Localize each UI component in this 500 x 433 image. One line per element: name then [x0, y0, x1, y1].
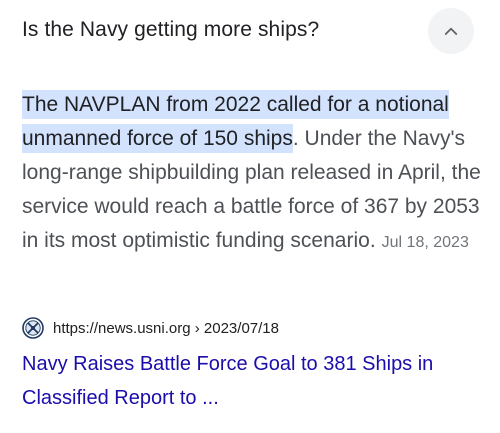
snippet-date: Jul 18, 2023 — [381, 234, 469, 251]
result-title-link[interactable]: Navy Raises Battle Force Goal to 381 Shi… — [22, 347, 482, 415]
source-url[interactable]: https://news.usni.org › 2023/07/18 — [53, 320, 279, 337]
featured-snippet-answer: The NAVPLAN from 2022 called for a notio… — [22, 88, 482, 260]
question-text: Is the Navy getting more ships? — [22, 18, 320, 41]
chevron-up-icon — [444, 27, 458, 35]
question-row[interactable]: Is the Navy getting more ships? — [0, 0, 500, 62]
collapse-button[interactable] — [428, 8, 474, 54]
source-row[interactable]: https://news.usni.org › 2023/07/18 — [22, 315, 279, 341]
usni-seal-icon — [22, 317, 44, 339]
